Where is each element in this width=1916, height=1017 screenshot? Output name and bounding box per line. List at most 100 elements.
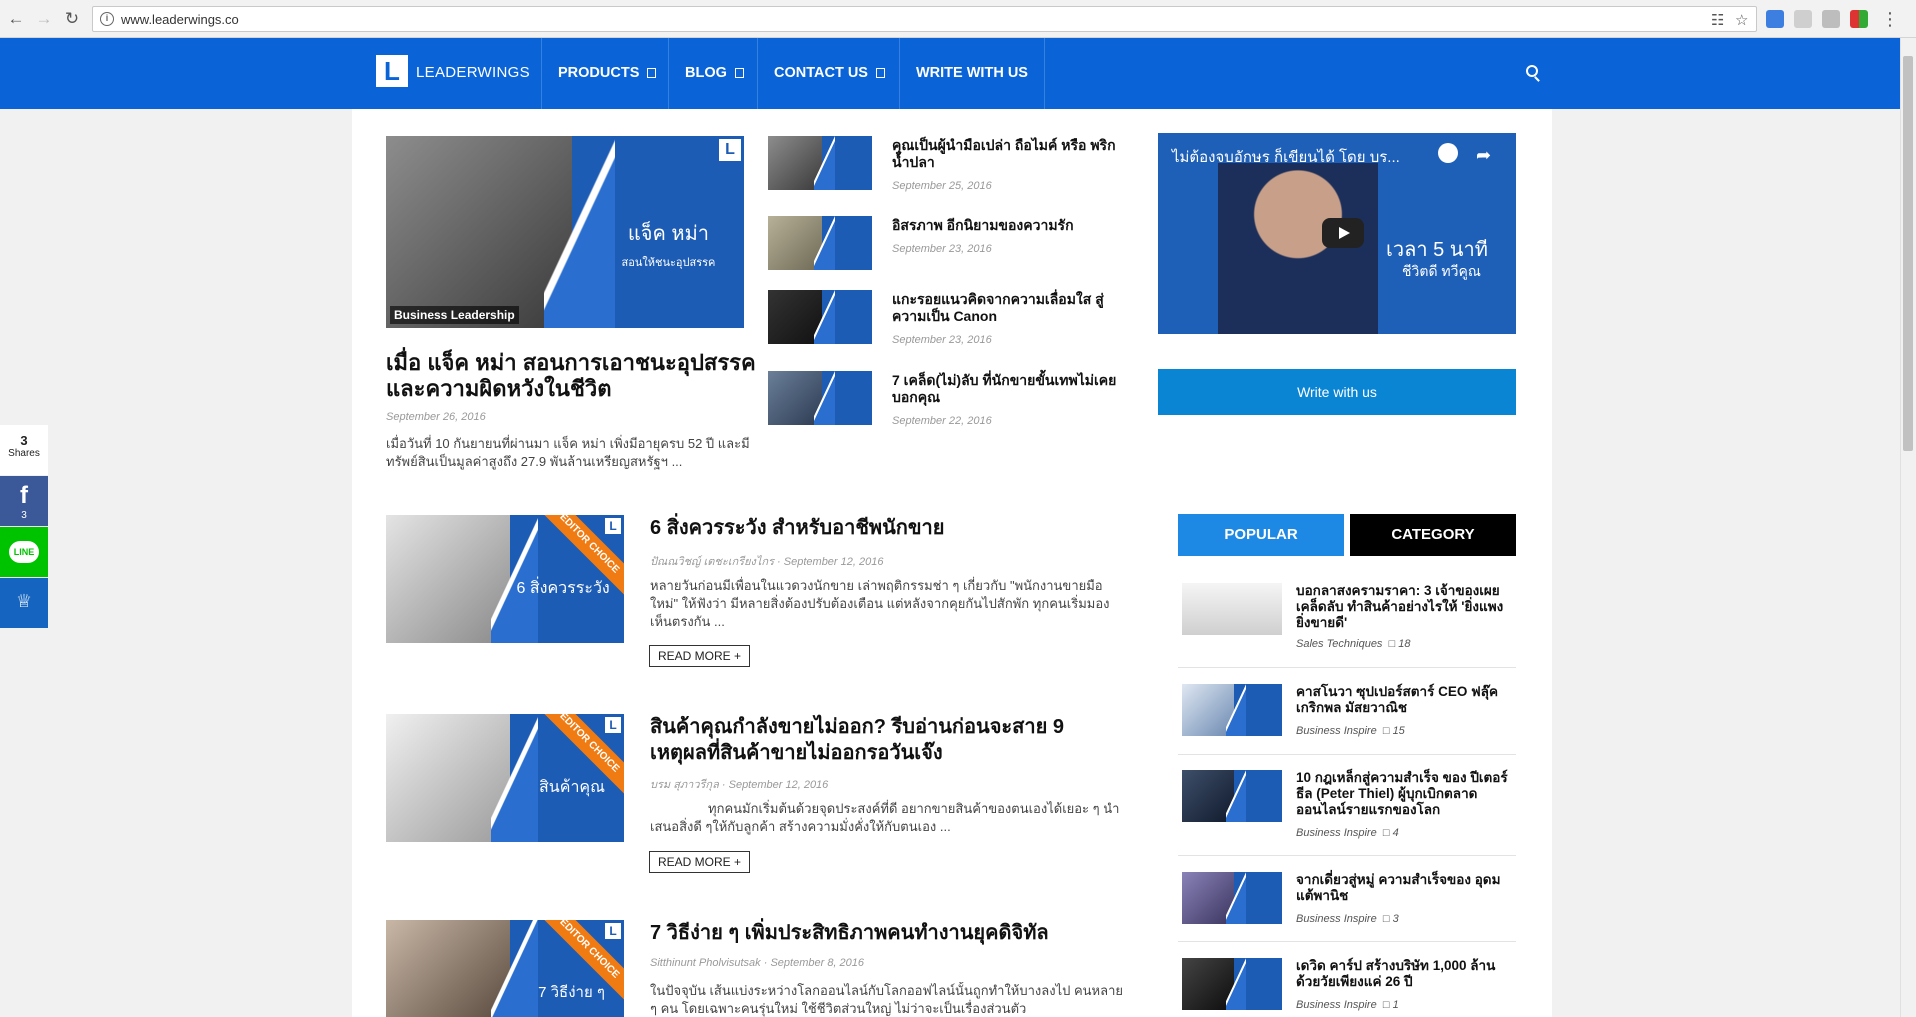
logo-icon[interactable]: L (376, 55, 408, 87)
mini-post-title[interactable]: คุณเป็นผู้นำมือเปล่า ถือไมค์ หรือ พริกน้… (892, 137, 1132, 171)
category-badge[interactable]: Business Leadership (390, 306, 519, 324)
popular-title[interactable]: 10 กฎเหล็กสู่ความสำเร็จ ของ ปีเตอร์ ธีล … (1296, 770, 1514, 818)
post-title[interactable]: 7 วิธีง่าย ๆ เพิ่มประสิทธิภาพคนทำงานยุคด… (650, 920, 1150, 946)
reload-icon[interactable]: ↻ (62, 9, 82, 29)
info-icon[interactable]: i (100, 12, 114, 26)
post-thumbnail[interactable]: 7 วิธีง่าย ๆ L EDITOR CHOICE (386, 920, 624, 1017)
sumo-share-button[interactable]: ♕ (0, 578, 48, 628)
read-more-button[interactable]: READ MORE + (649, 645, 751, 667)
mini-post-thumbnail[interactable] (768, 136, 872, 190)
post-author[interactable]: ปัณณวิชญ์ เตชะเกรียงไกร (650, 556, 774, 568)
tab-category[interactable]: CATEGORY (1350, 514, 1516, 556)
thumb-wedge (543, 136, 616, 328)
mini-post-title[interactable]: อิสรภาพ อีกนิยามของความรัก (892, 217, 1132, 234)
play-button[interactable] (1322, 218, 1364, 248)
mini-post-date: September 25, 2016 (892, 180, 992, 192)
divider (1178, 667, 1516, 668)
post-date: September 12, 2016 (728, 779, 829, 791)
write-with-us-button[interactable]: Write with us (1158, 369, 1516, 415)
logo-text[interactable]: LEADERWINGS (416, 64, 530, 81)
divider (1178, 754, 1516, 755)
popular-meta: Business Inspire □ 4 (1296, 827, 1399, 839)
extension-icon[interactable] (1850, 10, 1868, 28)
post-date: September 12, 2016 (783, 556, 884, 568)
post-title[interactable]: สินค้าคุณกำลังขายไม่ออก? รีบอ่านก่อนจะสา… (650, 714, 1090, 766)
line-share-button[interactable]: LINE (0, 527, 48, 577)
logo-icon: L (605, 518, 621, 534)
popular-category[interactable]: Business Inspire (1296, 913, 1377, 925)
divider (1178, 941, 1516, 942)
share-count: 3 (20, 433, 28, 448)
address-bar[interactable]: i www.leaderwings.co ☷ ☆ (92, 6, 1757, 32)
watch-later-icon[interactable] (1438, 143, 1458, 163)
post-excerpt: ในปัจจุบัน เส้นแบ่งระหว่างโลกออนไลน์กับโ… (650, 983, 1124, 1016)
mini-post-title[interactable]: 7 เคล็ด(ไม่)ลับ ที่นักขายขั้นเทพไม่เคยบอ… (892, 372, 1132, 406)
post-thumbnail[interactable]: 6 สิ่งควรระวัง L EDITOR CHOICE (386, 515, 624, 643)
featured-title[interactable]: เมื่อ แจ็ค หม่า สอนการเอาชนะอุปสรรคและคว… (386, 350, 756, 402)
menu-products[interactable]: PRODUCTS (541, 38, 672, 109)
featured-thumbnail[interactable]: แจ็ค หม่า สอนให้ชนะอุปสรรค L Business Le… (386, 136, 744, 328)
popular-title[interactable]: คาสโนวา ซุปเปอร์สตาร์ CEO ฟลุ๊ค เกริกพล … (1296, 684, 1514, 716)
translate-icon[interactable]: ☷ (1711, 11, 1724, 29)
comment-count: 4 (1392, 827, 1399, 839)
menu-blog[interactable]: BLOG (668, 38, 760, 109)
post-author[interactable]: Sitthinunt Pholvisutsak (650, 957, 761, 969)
thumb-photo (1182, 583, 1282, 635)
browser-toolbar: ← → ↻ i www.leaderwings.co ☷ ☆ ⋮ (0, 0, 1916, 38)
search-icon[interactable] (1526, 65, 1538, 77)
logo-icon: L (605, 923, 621, 939)
popular-thumbnail[interactable] (1182, 872, 1282, 924)
menu-contact-us[interactable]: CONTACT US (757, 38, 901, 109)
tab-popular[interactable]: POPULAR (1178, 514, 1344, 556)
thumb-wedge (813, 136, 835, 190)
post-meta: ปัณณวิชญ์ เตชะเกรียงไกร · September 12, … (650, 556, 884, 568)
chevron-down-icon (647, 68, 657, 78)
browser-menu-icon[interactable]: ⋮ (1880, 9, 1900, 29)
menu-write-with-us[interactable]: WRITE WITH US (899, 38, 1045, 109)
mini-post-thumbnail[interactable] (768, 290, 872, 344)
popular-category[interactable]: Business Inspire (1296, 999, 1377, 1011)
facebook-share-button[interactable]: f 3 (0, 476, 48, 526)
video-title[interactable]: ไม่ต้องจบอักษร ก็เขียนได้ โดย บร... (1172, 145, 1400, 169)
popular-title[interactable]: เดวิด คาร์ป สร้างบริษัท 1,000 ล้านด้วยวั… (1296, 958, 1514, 990)
mini-post-title[interactable]: แกะรอยแนวคิดจากความเลื่อมใส สู่ความเป็น … (892, 291, 1132, 325)
popular-category[interactable]: Sales Techniques (1296, 638, 1382, 650)
popular-thumbnail[interactable] (1182, 958, 1282, 1010)
mini-post-thumbnail[interactable] (768, 216, 872, 270)
menu-label: BLOG (685, 65, 727, 81)
post-author[interactable]: บรม สุภาวรีกุล (650, 779, 719, 791)
post-thumbnail[interactable]: สินค้าคุณ L EDITOR CHOICE (386, 714, 624, 842)
extension-icon[interactable] (1766, 10, 1784, 28)
menu-label: CONTACT US (774, 65, 868, 81)
comment-icon: □ (1388, 638, 1396, 650)
popular-title[interactable]: จากเดี่ยวสู่หมู่ ความสำเร็จของ อุดม แต้พ… (1296, 872, 1514, 904)
post-meta: บรม สุภาวรีกุล · September 12, 2016 (650, 779, 829, 791)
popular-thumbnail[interactable] (1182, 583, 1282, 635)
read-more-button[interactable]: READ MORE + (649, 851, 751, 873)
forward-icon[interactable]: → (34, 9, 54, 29)
extension-icon[interactable] (1794, 10, 1812, 28)
share-icon[interactable]: ➦ (1476, 145, 1491, 166)
share-label: Shares (8, 448, 40, 459)
mini-post-thumbnail[interactable] (768, 371, 872, 425)
address-url[interactable]: www.leaderwings.co (121, 12, 239, 27)
thumb-wedge (813, 216, 835, 270)
popular-thumbnail[interactable] (1182, 770, 1282, 822)
thumb-caption: แจ็ค หม่า สอนให้ชนะอุปสรรค (622, 217, 716, 271)
thumb-wedge (1226, 770, 1246, 822)
crown-icon: ♕ (15, 591, 33, 611)
extension-icon[interactable] (1822, 10, 1840, 28)
bookmark-star-icon[interactable]: ☆ (1735, 11, 1748, 29)
site-header: L LEADERWINGS PRODUCTS BLOG CONTACT US W… (0, 38, 1900, 109)
scrollbar-thumb[interactable] (1903, 56, 1913, 451)
post-excerpt: หลายวันก่อนมีเพื่อนในแวดวงนักขาย เล่าพฤต… (650, 578, 1110, 629)
thumb-wedge (1226, 684, 1246, 736)
back-icon[interactable]: ← (6, 9, 26, 29)
popular-title[interactable]: บอกลาสงครามราคา: 3 เจ้าของเผยเคล็ดลับ ทำ… (1296, 583, 1514, 631)
video-embed[interactable]: ไม่ต้องจบอักษร ก็เขียนได้ โดย บร... ➦ เว… (1158, 133, 1516, 334)
line-icon: LINE (9, 541, 39, 563)
popular-category[interactable]: Business Inspire (1296, 827, 1377, 839)
post-title[interactable]: 6 สิ่งควรระวัง สำหรับอาชีพนักขาย (650, 515, 1130, 541)
popular-category[interactable]: Business Inspire (1296, 725, 1377, 737)
popular-thumbnail[interactable] (1182, 684, 1282, 736)
